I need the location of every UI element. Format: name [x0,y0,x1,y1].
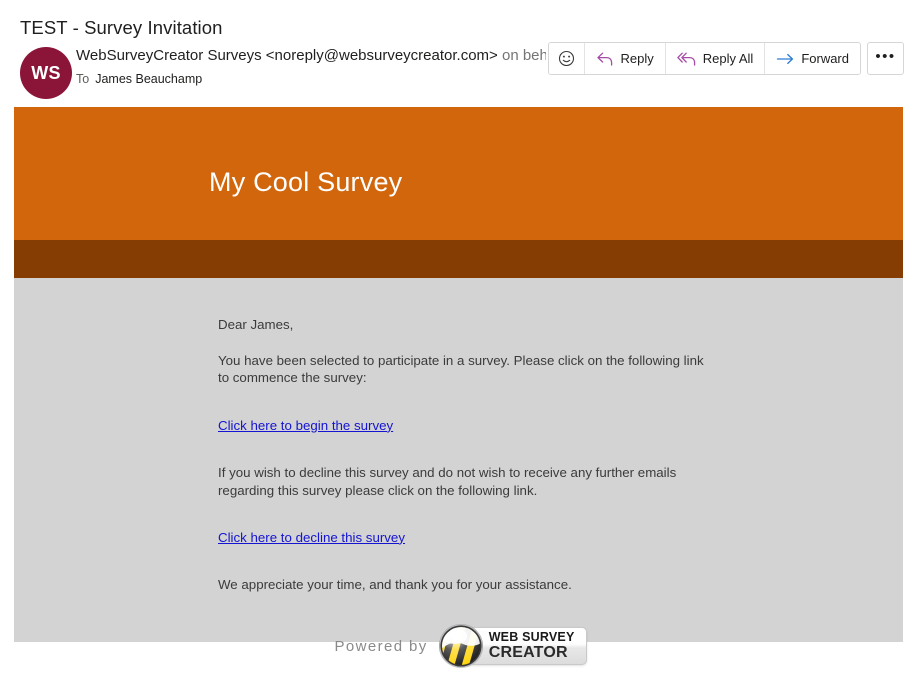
decline-survey-link[interactable]: Click here to decline this survey [218,529,405,547]
mail-actions-group: Reply Reply All Forward [548,42,861,75]
reply-button[interactable]: Reply [585,43,666,74]
reply-button-label: Reply [620,51,654,66]
intro-paragraph: You have been selected to participate in… [218,352,704,386]
reply-all-arrow-icon [676,51,697,67]
reply-all-button[interactable]: Reply All [665,43,766,74]
decline-paragraph: If you wish to decline this survey and d… [218,465,677,498]
greeting-text: Dear James, [218,317,294,332]
sender-email[interactable]: <noreply@websurveycreator.com> [266,47,498,64]
more-actions-button[interactable]: ••• [867,42,904,75]
sender-name[interactable]: WebSurveyCreator Surveys [76,47,262,64]
recipient-name[interactable]: James Beauchamp [95,72,202,86]
closing-paragraph: We appreciate your time, and thank you f… [218,577,572,593]
to-label: To [76,72,90,87]
email-body-card: My Cool Survey Dear James, You have been… [14,107,903,642]
email-message-content: Dear James, You have been selected to pa… [14,278,903,642]
mail-header: TEST - Survey Invitation WS WebSurveyCre… [0,0,921,103]
on-behalf-text: on beh [501,47,546,65]
ellipsis-icon: ••• [875,48,896,65]
forward-arrow-icon [776,52,795,66]
reply-all-button-label: Reply All [702,51,754,66]
survey-banner-stripe [14,240,903,278]
forward-button[interactable]: Forward [765,43,860,74]
sender-line: WebSurveyCreator Surveys <noreply@websur… [76,45,546,67]
page-title: TEST - Survey Invitation [20,17,223,38]
reply-arrow-icon [596,51,614,67]
websurveycreator-sphere-icon [438,623,484,669]
smiley-icon [558,50,575,67]
begin-survey-link[interactable]: Click here to begin the survey [218,417,393,435]
avatar[interactable]: WS [20,47,72,100]
avatar-initials: WS [31,62,61,83]
recipient-line: To James Beauchamp [76,69,546,89]
email-footer: Powered by WEB SURVEY CREATOR [0,620,921,672]
logo-line-two: CREATOR [488,643,568,661]
emoji-reaction-button[interactable] [549,43,586,74]
mail-actions-toolbar: Reply Reply All Forward ••• [548,42,904,75]
survey-banner: My Cool Survey [14,107,903,240]
sender-details: WebSurveyCreator Surveys <noreply@websur… [76,45,546,89]
websurveycreator-logo[interactable]: WEB SURVEY CREATOR [438,620,587,672]
logo-line-one: WEB SURVEY [488,629,575,644]
powered-by-label: Powered by [334,637,428,655]
survey-banner-title: My Cool Survey [209,167,403,197]
forward-button-label: Forward [801,51,849,66]
